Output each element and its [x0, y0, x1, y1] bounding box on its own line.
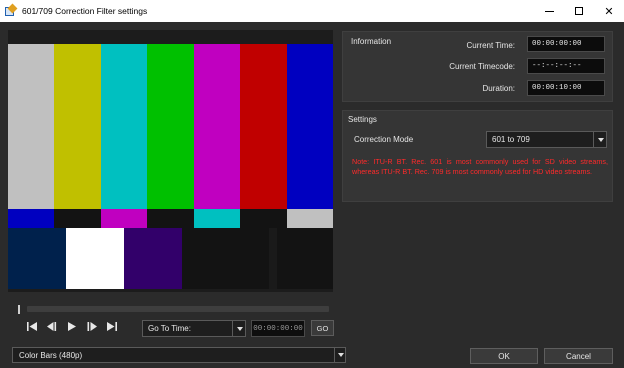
close-button[interactable]: ✕	[594, 0, 624, 22]
current-timecode-label: Current Timecode:	[449, 62, 515, 71]
duration-label: Duration:	[482, 84, 515, 93]
settings-panel	[342, 110, 613, 202]
skip-to-end-icon	[107, 321, 117, 331]
correction-mode-select[interactable]: 601 to 709	[486, 131, 607, 148]
step-back-icon	[47, 321, 57, 331]
video-preview	[8, 30, 333, 292]
middle-color-bar-6	[240, 209, 287, 228]
chevron-down-icon	[337, 353, 344, 357]
correction-mode-dropdown-button[interactable]	[593, 131, 607, 148]
color-bars	[8, 44, 333, 320]
color-bars-top-row	[8, 44, 333, 209]
cancel-button[interactable]: Cancel	[544, 348, 613, 364]
current-time-label: Current Time:	[466, 41, 515, 50]
close-icon: ✕	[604, 5, 614, 18]
middle-color-bar-5	[194, 209, 240, 228]
middle-color-bar-4	[147, 209, 194, 228]
seek-bar[interactable]	[27, 306, 329, 312]
top-color-bar-7	[287, 44, 333, 209]
settings-title: Settings	[348, 115, 377, 124]
maximize-button[interactable]	[564, 0, 594, 22]
ok-button[interactable]: OK	[470, 348, 538, 364]
information-title: Information	[351, 37, 392, 46]
middle-color-bar-1	[8, 209, 54, 228]
skip-to-start-button[interactable]	[22, 319, 42, 333]
go-to-time-select[interactable]: Go To Time:	[142, 320, 246, 337]
seek-thumb[interactable]	[18, 305, 20, 314]
middle-color-bar-7	[287, 209, 333, 228]
top-color-bar-5	[194, 44, 240, 209]
top-color-bar-6	[240, 44, 287, 209]
duration-value: 00:00:10:00	[527, 80, 605, 96]
top-color-bar-2	[54, 44, 101, 209]
current-time-value: 00:00:00:00	[527, 36, 605, 52]
bottom-color-bar-3	[124, 228, 182, 289]
bottom-color-bar-5	[239, 228, 269, 289]
step-forward-button[interactable]	[82, 319, 102, 333]
chevron-down-icon	[236, 326, 243, 331]
source-select-value: Color Bars (480p)	[19, 350, 83, 360]
bottom-color-bar-7	[277, 228, 292, 289]
skip-to-end-button[interactable]	[102, 319, 122, 333]
go-to-time-dropdown-button[interactable]	[232, 320, 246, 337]
transport-controls	[22, 319, 122, 333]
bottom-color-bar-6	[269, 228, 277, 289]
correction-mode-label: Correction Mode	[354, 135, 414, 144]
bottom-color-bar-8	[292, 228, 333, 289]
current-timecode-value: --:--:--:--	[527, 58, 605, 74]
standards-note: Note: ITU-R BT. Rec. 601 is most commonl…	[352, 157, 608, 176]
step-forward-icon	[87, 321, 97, 331]
maximize-icon	[575, 7, 583, 15]
middle-color-bar-2	[54, 209, 101, 228]
minimize-button[interactable]	[534, 0, 564, 22]
minimize-icon	[544, 10, 554, 12]
filter-settings-icon	[5, 3, 18, 17]
play-icon	[68, 321, 76, 331]
top-color-bar-1	[8, 44, 54, 209]
correction-mode-value: 601 to 709	[492, 135, 530, 144]
top-color-bar-4	[147, 44, 194, 209]
play-button[interactable]	[62, 319, 82, 333]
go-to-time-label: Go To Time:	[148, 324, 191, 333]
bottom-color-bar-2	[66, 228, 124, 289]
chevron-down-icon	[597, 137, 604, 142]
skip-to-start-icon	[27, 321, 37, 331]
go-to-time-input[interactable]: 00:00:00:00	[251, 320, 305, 337]
top-color-bar-3	[101, 44, 147, 209]
step-back-button[interactable]	[42, 319, 62, 333]
bottom-color-bar-1	[8, 228, 66, 289]
source-select[interactable]: Color Bars (480p)	[12, 347, 346, 363]
bottom-color-bar-4	[182, 228, 239, 289]
color-bars-middle-row	[8, 209, 333, 228]
color-bars-bottom-row	[8, 228, 333, 289]
title-bar: 601/709 Correction Filter settings ✕	[0, 0, 624, 22]
middle-color-bar-3	[101, 209, 147, 228]
window-title: 601/709 Correction Filter settings	[22, 6, 148, 16]
go-button[interactable]: GO	[311, 320, 334, 336]
source-dropdown-button[interactable]	[334, 347, 346, 363]
